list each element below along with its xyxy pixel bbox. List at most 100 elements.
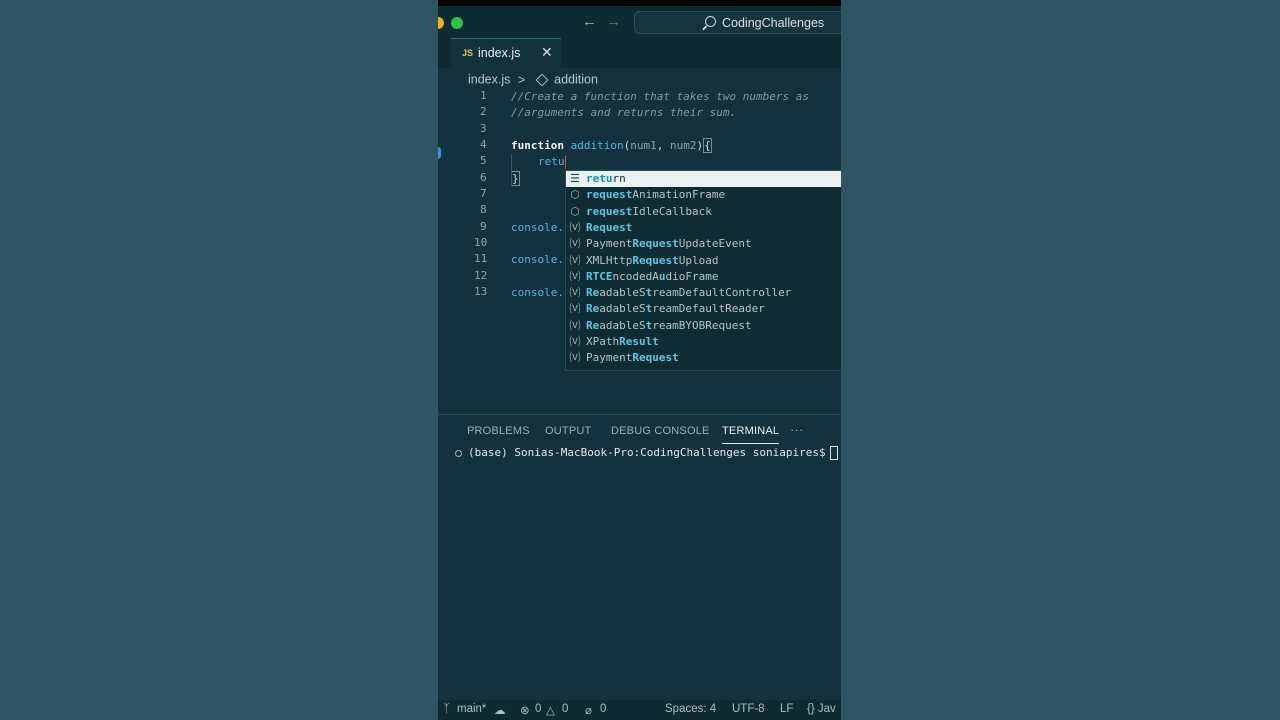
search-icon: [705, 16, 716, 27]
suggestion-item[interactable]: ⒱ RTCEncodedAudioFrame: [566, 269, 841, 285]
tab-index-js[interactable]: JS index.js ✕: [451, 38, 561, 68]
breakpoint-indicator[interactable]: [438, 147, 441, 159]
tab-debug-console[interactable]: DEBUG CONSOLE: [611, 425, 710, 437]
sync-icon[interactable]: ☁: [494, 703, 506, 717]
line-number: 10: [474, 236, 488, 249]
suggestion-label: PaymentRequest: [586, 351, 679, 365]
suggestion-item[interactable]: ☰ return: [566, 171, 841, 187]
method-icon: ⬡: [570, 188, 580, 202]
more-icon[interactable]: ···: [790, 422, 804, 437]
editor-window: ← → CodingChallenges JS index.js ✕ index…: [438, 0, 841, 720]
circle-icon: [455, 449, 462, 457]
line-number: 7: [480, 187, 487, 200]
variable-icon: ⒱: [569, 318, 581, 332]
code-line-4: function addition(num1, num2){: [511, 138, 712, 154]
breadcrumb-separator: >: [517, 72, 526, 87]
variable-icon: ⒱: [569, 269, 581, 283]
suggestion-label: ReadableStreamBYOBRequest: [586, 318, 752, 332]
line-number: 5: [480, 154, 487, 167]
line-number: 2: [480, 105, 487, 118]
indentation-setting[interactable]: Spaces: 4: [665, 703, 716, 715]
variable-icon: ⒱: [569, 286, 581, 300]
param-num1: num1: [630, 139, 657, 152]
symbol-method-icon: [535, 73, 549, 87]
tab-terminal[interactable]: TERMINAL: [722, 425, 780, 444]
suggestion-item[interactable]: ⒱ XPathResult: [566, 334, 841, 350]
terminal-output[interactable]: (base) Sonias-MacBook-Pro:CodingChalleng…: [455, 446, 838, 460]
tab-output[interactable]: OUTPUT: [545, 425, 591, 437]
code-line-5: retu: [538, 154, 566, 170]
ports-icon[interactable]: ⌀: [585, 703, 592, 717]
suggestion-item[interactable]: ⒱ PaymentRequestUpdateEvent: [566, 236, 841, 252]
keyword-icon: ☰: [570, 172, 580, 185]
indent-guide: [511, 154, 512, 186]
code-line-2: //arguments and returns their sum.: [511, 106, 737, 119]
method-icon: ⬡: [570, 204, 580, 218]
suggestion-label: return: [586, 172, 626, 185]
variable-icon: ⒱: [569, 253, 581, 267]
js-file-icon: JS: [462, 48, 474, 58]
error-icon[interactable]: ⊗: [520, 703, 530, 717]
autocomplete-widget[interactable]: ☰ return ⬡ requestAnimationFrame ⬡ requestIdl…: [565, 170, 841, 371]
typed-text: retu: [538, 155, 565, 168]
variable-icon: ⒱: [569, 220, 581, 234]
branch-name[interactable]: main*: [457, 703, 486, 715]
line-number: 13: [474, 285, 488, 298]
minimize-button[interactable]: [438, 17, 444, 29]
suggestion-label: Request: [586, 220, 633, 234]
encoding-setting[interactable]: UTF-8: [732, 703, 765, 715]
suggestion-item[interactable]: ⒱ ReadableStreamDefaultController: [566, 285, 841, 301]
suggestion-item[interactable]: ⬡ requestIdleCallback: [566, 204, 841, 220]
breadcrumb-symbol[interactable]: addition: [554, 73, 598, 87]
warning-icon[interactable]: △: [546, 703, 555, 717]
function-name: addition: [570, 139, 624, 152]
suggestion-label: requestAnimationFrame: [586, 188, 726, 202]
branch-icon[interactable]: ᛉ: [443, 703, 450, 715]
variable-icon: ⒱: [569, 302, 581, 316]
variable-icon: ⒱: [569, 351, 581, 365]
error-count[interactable]: 0: [535, 703, 541, 715]
param-num2: num2: [669, 139, 697, 152]
suggestion-label: XPathResult: [586, 335, 659, 348]
suggestion-item[interactable]: ⬡ requestAnimationFrame: [566, 187, 841, 203]
code-line-13: console.: [511, 286, 564, 299]
terminal-cursor: [829, 446, 838, 460]
line-number: 3: [480, 122, 487, 135]
suggestion-item[interactable]: ⒱ XMLHttpRequestUpload: [566, 253, 841, 269]
line-number: 12: [474, 269, 488, 282]
bottom-panel: PROBLEMS OUTPUT DEBUG CONSOLE TERMINAL ·…: [438, 414, 841, 705]
close-icon[interactable]: ✕: [541, 44, 553, 61]
code-line-6: }: [511, 171, 520, 187]
eol-setting[interactable]: LF: [780, 703, 793, 715]
command-search-box[interactable]: CodingChallenges: [634, 11, 841, 34]
tab-problems[interactable]: PROBLEMS: [467, 425, 530, 437]
param-comma: ,: [656, 139, 670, 152]
tab-label: index.js: [478, 46, 521, 60]
line-number: 9: [480, 220, 487, 233]
maximize-button[interactable]: [451, 17, 463, 29]
arrow-right-icon[interactable]: →: [606, 13, 621, 30]
line-number: 6: [480, 171, 487, 184]
variable-icon: ⒱: [569, 237, 581, 251]
tab-bar: JS index.js ✕: [438, 38, 841, 68]
suggestion-label: ReadableStreamDefaultReader: [586, 302, 765, 316]
suggestion-label: RTCEncodedAudioFrame: [586, 269, 719, 283]
warning-count[interactable]: 0: [562, 703, 568, 715]
suggestion-item[interactable]: ⒱ ReadableStreamDefaultReader: [566, 301, 841, 317]
suggestion-item[interactable]: ⒱ Request: [566, 220, 841, 236]
language-mode[interactable]: {} Jav: [807, 703, 836, 715]
suggestion-item[interactable]: ⒱ PaymentRequest: [566, 350, 841, 366]
search-text: CodingChallenges: [722, 16, 825, 30]
line-number: 8: [480, 203, 487, 216]
close-brace: }: [511, 171, 520, 186]
status-bar: ᛉ main* ☁ ⊗ 0 △ 0 ⌀ 0 Spaces: 4 UTF-8 LF…: [438, 700, 841, 720]
ports-count[interactable]: 0: [600, 703, 606, 715]
keyword-function: function: [511, 139, 564, 152]
suggestion-item[interactable]: ⒱ ReadableStreamBYOBRequest: [566, 318, 841, 334]
suggestion-label: requestIdleCallback: [586, 204, 712, 218]
variable-icon: ⒱: [569, 335, 581, 348]
arrow-left-icon[interactable]: ←: [582, 13, 597, 30]
text-cursor: [564, 155, 566, 169]
suggestion-label: XMLHttpRequestUpload: [586, 253, 719, 267]
breadcrumb-file[interactable]: index.js: [468, 73, 510, 87]
